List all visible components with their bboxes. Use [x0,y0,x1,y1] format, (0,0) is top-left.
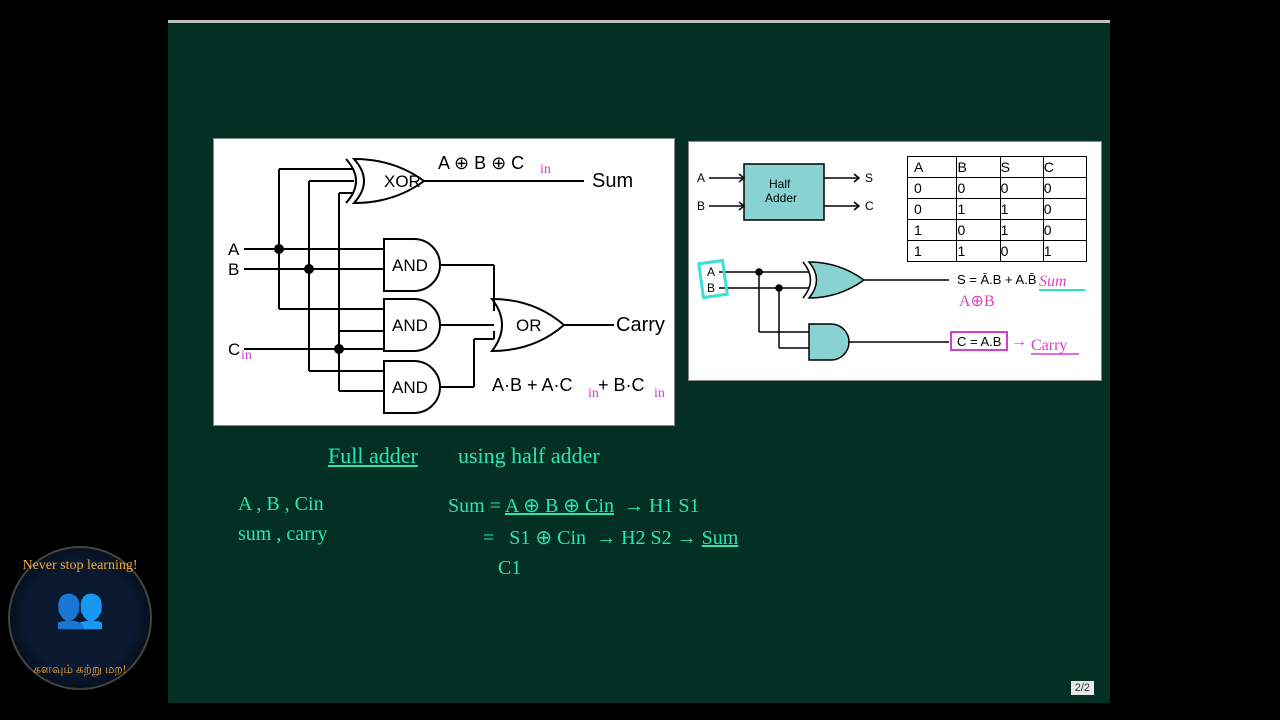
ha-out-c: C [865,199,874,213]
notes-sum-eq-lhs: Sum = A ⊕ B ⊕ Cin → H1 S1 [448,493,700,518]
table-row: 0000 [908,178,1087,199]
truth-table: A B S C 0000 0110 1010 1101 [907,156,1087,262]
xor-gate-label: XOR [384,172,421,191]
half-adder-panel: Half Adder A B S C [688,141,1102,381]
svg-text:→: → [1011,333,1027,350]
notes-outputs: sum , carry [238,523,327,546]
ha-circ-b: B [707,281,715,295]
and-gate-label: AND [392,256,428,275]
logo-bottom-text: களவும் கற்று மற! [10,662,150,678]
input-c: C [228,340,240,359]
sum-annotation: Sum [1039,273,1067,290]
screenshot-root: XOR AND AND AND OR A B C A ⊕ B ⊕ C Sum C… [0,0,1280,720]
cin-annotation: in [540,162,551,177]
carry-annotation: Carry [1031,337,1067,354]
xor-annotation: A⊕B [959,293,995,310]
and-gate-label: AND [392,378,428,397]
table-row: 0110 [908,199,1087,220]
th-a: A [908,157,957,178]
ha-in-b: B [697,199,705,213]
notes-inputs: A , B , Cin [238,493,324,516]
and-gate-label: AND [392,316,428,335]
cin-annotation: in [241,348,252,363]
table-row: 1010 [908,220,1087,241]
block-line2: Adder [765,191,797,205]
logo-icon: 👥 [10,584,150,631]
block-line1: Half [769,177,791,191]
table-row: 1101 [908,241,1087,262]
page-indicator: 2/2 [1071,681,1094,695]
blackboard: XOR AND AND AND OR A B C A ⊕ B ⊕ C Sum C… [168,20,1110,703]
ha-out-s: S [865,171,873,185]
cin-annotation: in [588,386,599,401]
s-equation: S = Ā.B + A.B̄ [957,272,1037,287]
or-gate-label: OR [516,316,542,335]
th-c: C [1043,157,1086,178]
carry-eq-part1: A·B + A·C [492,375,573,395]
carry-eq-part2: + B·C [598,375,645,395]
notes-title-2: using half adder [458,443,600,469]
carry-label: Carry [616,314,665,336]
cin-annotation: in [654,386,665,401]
notes-c1: C1 [498,557,521,580]
full-adder-panel: XOR AND AND AND OR A B C A ⊕ B ⊕ C Sum C… [213,138,675,426]
th-s: S [1000,157,1043,178]
ha-circ-a: A [707,265,715,279]
xor-output-eq: A ⊕ B ⊕ C [438,153,524,173]
channel-logo: Never stop learning! 👥 களவும் கற்று மற! [8,546,152,690]
full-adder-svg: XOR AND AND AND OR A B C A ⊕ B ⊕ C Sum C… [214,139,674,425]
input-b: B [228,260,239,279]
notes-title: Full adder [328,443,418,469]
notes-sum-eq2: = S1 ⊕ Cin → H2 S2 → Sum [483,525,738,550]
logo-top-text: Never stop learning! [10,558,150,574]
input-a: A [228,240,240,259]
ha-in-a: A [697,171,705,185]
c-equation: C = A.B [957,334,1001,349]
th-b: B [957,157,1000,178]
sum-label: Sum [592,170,633,192]
